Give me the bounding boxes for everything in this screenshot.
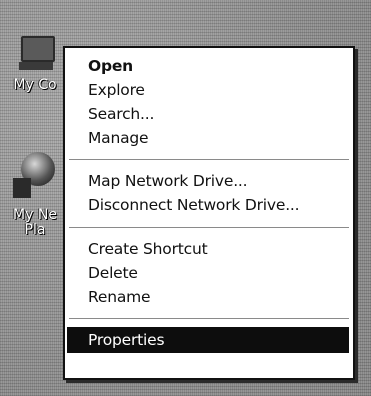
menu-item-open[interactable]: Open bbox=[65, 54, 353, 78]
menu-item-manage[interactable]: Manage bbox=[65, 126, 353, 150]
desktop-icon-my-computer[interactable]: My Co bbox=[0, 18, 70, 93]
desktop-icon-my-network-places[interactable]: My Ne Pla bbox=[0, 138, 70, 238]
menu-item-create-shortcut[interactable]: Create Shortcut bbox=[65, 237, 353, 261]
menu-item-explore[interactable]: Explore bbox=[65, 78, 353, 102]
context-menu: Open Explore Search... Manage Map Networ… bbox=[63, 46, 355, 380]
menu-separator bbox=[69, 227, 349, 228]
menu-separator bbox=[69, 318, 349, 319]
menu-item-map-network-drive[interactable]: Map Network Drive... bbox=[65, 169, 353, 193]
desktop-icon-label-line1: My Ne bbox=[13, 208, 57, 223]
menu-item-rename[interactable]: Rename bbox=[65, 285, 353, 309]
menu-item-search[interactable]: Search... bbox=[65, 102, 353, 126]
my-computer-icon bbox=[15, 18, 55, 78]
menu-item-delete[interactable]: Delete bbox=[65, 261, 353, 285]
menu-separator bbox=[69, 159, 349, 160]
my-network-places-icon bbox=[13, 138, 57, 208]
desktop-icon-label-line2: Pla bbox=[24, 223, 46, 238]
desktop-icon-label: My Co bbox=[13, 78, 57, 93]
menu-item-properties[interactable]: Properties bbox=[67, 327, 349, 353]
menu-item-disconnect-network-drive[interactable]: Disconnect Network Drive... bbox=[65, 193, 353, 217]
